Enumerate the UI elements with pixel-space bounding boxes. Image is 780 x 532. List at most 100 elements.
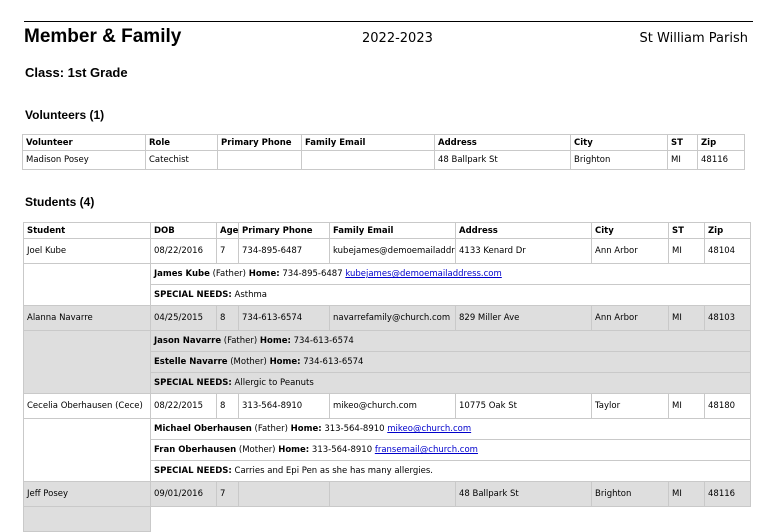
student-st: MI [668, 305, 705, 331]
col-volunteer: Volunteer [22, 134, 146, 151]
student-st: MI [668, 393, 705, 419]
student-st: MI [668, 481, 705, 507]
home-label: Home: [248, 269, 280, 279]
volunteers-table: Volunteer Role Primary Phone Family Emai… [22, 134, 745, 170]
volunteer-st: MI [667, 150, 698, 170]
detail-row: Jason Navarre (Father) Home: 734-613-657… [23, 330, 751, 394]
student-age: 7 [216, 481, 239, 507]
detail-row: James Kube (Father) Home: 734-895-6487 k… [23, 263, 751, 306]
student-dob: 04/25/2015 [150, 305, 217, 331]
detail-row: Michael Oberhausen (Father) Home: 313-56… [23, 418, 751, 482]
volunteers-header-row: Volunteer Role Primary Phone Family Emai… [22, 134, 745, 151]
students-heading: Students (4) [25, 195, 95, 209]
special-needs-value: Allergic to Peanuts [234, 378, 314, 388]
student-zip: 48103 [704, 305, 751, 331]
parent-relation: (Father) [223, 336, 258, 346]
parent-email-link[interactable]: mikeo@church.com [387, 424, 471, 434]
detail-cell: SPECIAL NEEDS: Asthma [150, 284, 751, 306]
special-needs-label: SPECIAL NEEDS: [154, 466, 232, 476]
student-phone: 734-613-6574 [238, 305, 330, 331]
volunteer-role: Catechist [145, 150, 218, 170]
student-city: Brighton [591, 481, 669, 507]
col-st: ST [667, 134, 698, 151]
col-city: City [591, 222, 669, 239]
students-header-row: Student DOB Age Primary Phone Family Ema… [23, 222, 751, 239]
student-city: Ann Arbor [591, 305, 669, 331]
header-rule [24, 21, 753, 22]
detail-cell: Jason Navarre (Father) Home: 734-613-657… [150, 330, 751, 352]
student-age: 8 [216, 393, 239, 419]
student-dob: 08/22/2016 [150, 238, 217, 264]
student-dob: 09/01/2016 [150, 481, 217, 507]
parish-name: St William Parish [639, 31, 748, 46]
student-email: navarrefamily@church.com [329, 305, 456, 331]
volunteers-heading: Volunteers (1) [25, 108, 105, 122]
home-label: Home: [290, 424, 322, 434]
student-email: kubejames@demoemailaddress.com [329, 238, 456, 264]
volunteer-zip: 48116 [697, 150, 745, 170]
col-role: Role [145, 134, 218, 151]
table-row: Alanna Navarre 04/25/2015 8 734-613-6574 nav… [23, 305, 751, 331]
col-family-email: Family Email [301, 134, 435, 151]
report-title: Member & Family [24, 26, 182, 47]
col-student: Student [23, 222, 151, 239]
col-family-email: Family Email [329, 222, 456, 239]
detail-cell: Fran Oberhausen (Mother) Home: 313-564-8… [150, 439, 751, 461]
parent-home-phone: 734-613-6574 [293, 336, 354, 346]
student-email: mikeo@church.com [329, 393, 456, 419]
parent-relation: (Father) [212, 269, 246, 279]
student-phone: 313-564-8910 [238, 393, 330, 419]
detail-cell: James Kube (Father) Home: 734-895-6487 k… [150, 263, 751, 285]
student-city: Ann Arbor [591, 238, 669, 264]
col-dob: DOB [150, 222, 217, 239]
volunteer-address: 48 Ballpark St [434, 150, 571, 170]
student-zip: 48180 [704, 393, 751, 419]
student-dob: 08/22/2015 [150, 393, 217, 419]
detail-spacer [23, 506, 151, 532]
volunteer-email [301, 150, 435, 170]
special-needs-label: SPECIAL NEEDS: [154, 290, 232, 300]
parent-relation: (Mother) [230, 357, 267, 367]
parent-home-phone: 734-613-6574 [303, 357, 364, 367]
student-age: 8 [216, 305, 239, 331]
parent-name: Fran Oberhausen [154, 445, 237, 455]
detail-row [23, 506, 751, 532]
student-name: Alanna Navarre [23, 305, 151, 331]
volunteer-phone [217, 150, 302, 170]
detail-spacer [23, 418, 151, 482]
student-st: MI [668, 238, 705, 264]
col-zip: Zip [704, 222, 751, 239]
parent-relation: (Father) [254, 424, 288, 434]
table-row: Joel Kube 08/22/2016 7 734-895-6487 kubejame… [23, 238, 751, 264]
student-name: Cecelia Oberhausen (Cece) [23, 393, 151, 419]
col-primary-phone: Primary Phone [217, 134, 302, 151]
student-phone: 734-895-6487 [238, 238, 330, 264]
col-primary-phone: Primary Phone [238, 222, 330, 239]
student-email [329, 481, 456, 507]
volunteer-city: Brighton [570, 150, 668, 170]
student-age: 7 [216, 238, 239, 264]
parent-name: James Kube [154, 269, 210, 279]
parent-name: Estelle Navarre [154, 357, 228, 367]
detail-spacer [23, 330, 151, 394]
home-label: Home: [269, 357, 301, 367]
parent-email-link[interactable]: fransemail@church.com [375, 445, 478, 455]
student-address: 4133 Kenard Dr [455, 238, 592, 264]
student-zip: 48104 [704, 238, 751, 264]
parent-home-phone: 313-564-8910 [324, 424, 385, 434]
parent-email-link[interactable]: kubejames@demoemailaddress.com [345, 269, 501, 279]
special-needs-value: Carries and Epi Pen as she has many alle… [234, 466, 433, 476]
volunteer-name: Madison Posey [22, 150, 146, 170]
special-needs-label: SPECIAL NEEDS: [154, 378, 232, 388]
detail-cell: Michael Oberhausen (Father) Home: 313-56… [150, 418, 751, 440]
student-zip: 48116 [704, 481, 751, 507]
detail-cell: SPECIAL NEEDS: Carries and Epi Pen as sh… [150, 460, 751, 482]
col-age: Age [216, 222, 239, 239]
table-row: Cecelia Oberhausen (Cece) 08/22/2015 8 313-… [23, 393, 751, 419]
student-city: Taylor [591, 393, 669, 419]
student-phone [238, 481, 330, 507]
student-name: Joel Kube [23, 238, 151, 264]
student-address: 829 Miller Ave [455, 305, 592, 331]
detail-cell: Estelle Navarre (Mother) Home: 734-613-6… [150, 351, 751, 373]
col-address: Address [455, 222, 592, 239]
